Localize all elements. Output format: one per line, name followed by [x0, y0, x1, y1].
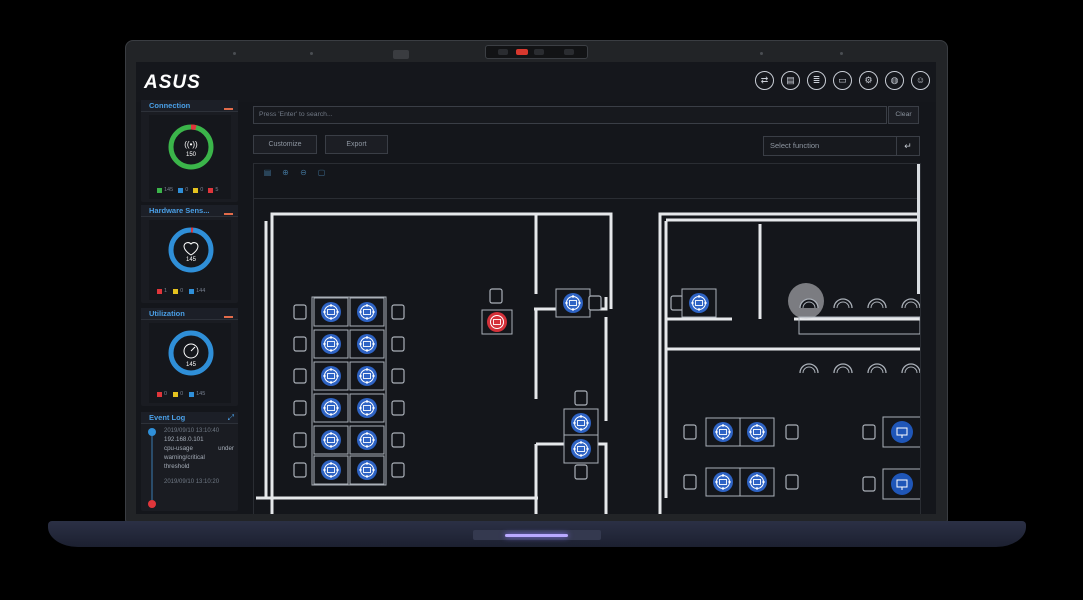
search-input[interactable]: Press 'Enter' to search...	[253, 106, 887, 124]
bezel-dot	[760, 52, 763, 55]
function-select-value: Select function	[770, 141, 820, 150]
clear-button[interactable]: Clear	[888, 106, 919, 124]
camera-led	[516, 49, 528, 55]
chart-icon[interactable]	[224, 311, 233, 318]
connection-legend: 145 0 0 5	[157, 187, 218, 193]
hardware-value: 145	[186, 257, 197, 263]
top-bar: ASUS ⇄ ▤ ≣ ▭ ⚙ ◍ ☺	[136, 62, 936, 102]
log-message: cpu-usage	[164, 445, 193, 452]
zoom-out-icon[interactable]: ⊖	[299, 168, 308, 178]
connection-gauge: ((•)) 150	[168, 124, 214, 170]
event-log-panel: Event Log ⤢ 2019/09/10 13:10:40 192.168.…	[141, 412, 238, 511]
log-ip: 192.168.0.101	[164, 436, 204, 443]
map-toolbar: ▤ ⊕ ⊖ ▢	[263, 168, 326, 178]
screen: ASUS ⇄ ▤ ≣ ▭ ⚙ ◍ ☺ Connection ((•)) 150 …	[136, 62, 936, 514]
floor-plan	[256, 212, 920, 514]
hardware-legend: 1 0 144	[157, 288, 205, 294]
connection-title: Connection	[149, 101, 191, 110]
utilization-panel: Utilization 145 0 0 145	[141, 308, 238, 406]
chart-icon[interactable]	[224, 208, 233, 215]
chair-icon	[489, 288, 503, 304]
bezel-dot	[310, 52, 313, 55]
map-scrollbar[interactable]	[917, 164, 920, 294]
event-log-title: Event Log	[149, 413, 186, 422]
globe-icon[interactable]: ◍	[885, 71, 904, 90]
settings-icon[interactable]: ⚙	[859, 71, 878, 90]
svg-text:((•)): ((•))	[184, 140, 198, 149]
monitor-device-icon	[882, 416, 920, 448]
light-bar	[505, 534, 568, 537]
enter-icon[interactable]: ↵	[896, 137, 919, 155]
transfer-icon[interactable]: ⇄	[755, 71, 774, 90]
fit-icon[interactable]: ▢	[317, 168, 326, 178]
bezel-dot	[233, 52, 236, 55]
alert-device-icon	[481, 309, 513, 335]
utilization-title: Utilization	[149, 309, 185, 318]
webcam-bar	[485, 45, 588, 59]
bezel-dot	[840, 52, 843, 55]
document-icon[interactable]: ▤	[263, 168, 272, 178]
log-time: 2019/09/10 13:10:40	[164, 428, 220, 434]
expand-icon[interactable]: ⤢	[228, 412, 234, 423]
log-time: 2019/09/10 13:10:20	[164, 479, 220, 485]
utilization-value: 145	[186, 362, 197, 368]
utilization-legend: 0 0 145	[157, 391, 205, 397]
zoom-in-icon[interactable]: ⊕	[281, 168, 290, 178]
device-icon[interactable]: ▤	[781, 71, 800, 90]
monitor-device-icon	[882, 468, 920, 500]
customize-button[interactable]: Customize	[253, 135, 317, 154]
export-button[interactable]: Export	[325, 135, 388, 154]
connection-panel: Connection ((•)) 150 145 0 0 5	[141, 100, 238, 202]
function-select[interactable]: Select function ↵	[763, 136, 920, 156]
sensor	[393, 50, 409, 59]
event-log-body: 2019/09/10 13:10:40 192.168.0.101 cpu-us…	[164, 428, 234, 485]
hardware-title: Hardware Sens...	[149, 206, 210, 215]
monitor-icon[interactable]: ▭	[833, 71, 852, 90]
utilization-gauge: 145	[168, 330, 214, 376]
workstation-cluster	[293, 296, 405, 486]
hardware-gauge: 145	[168, 227, 214, 273]
user-icon[interactable]: ☺	[911, 71, 930, 90]
asus-logo: ASUS	[144, 72, 201, 93]
connection-value: 150	[186, 152, 197, 158]
chart-icon[interactable]	[224, 103, 233, 110]
server-icon[interactable]: ≣	[807, 71, 826, 90]
top-icon-group: ⇄ ▤ ≣ ▭ ⚙ ◍ ☺	[755, 71, 930, 90]
timeline	[148, 428, 156, 508]
sidebar: Connection ((•)) 150 145 0 0 5 Hardware …	[141, 99, 238, 511]
hardware-panel: Hardware Sens... 145 1 0 144	[141, 205, 238, 303]
